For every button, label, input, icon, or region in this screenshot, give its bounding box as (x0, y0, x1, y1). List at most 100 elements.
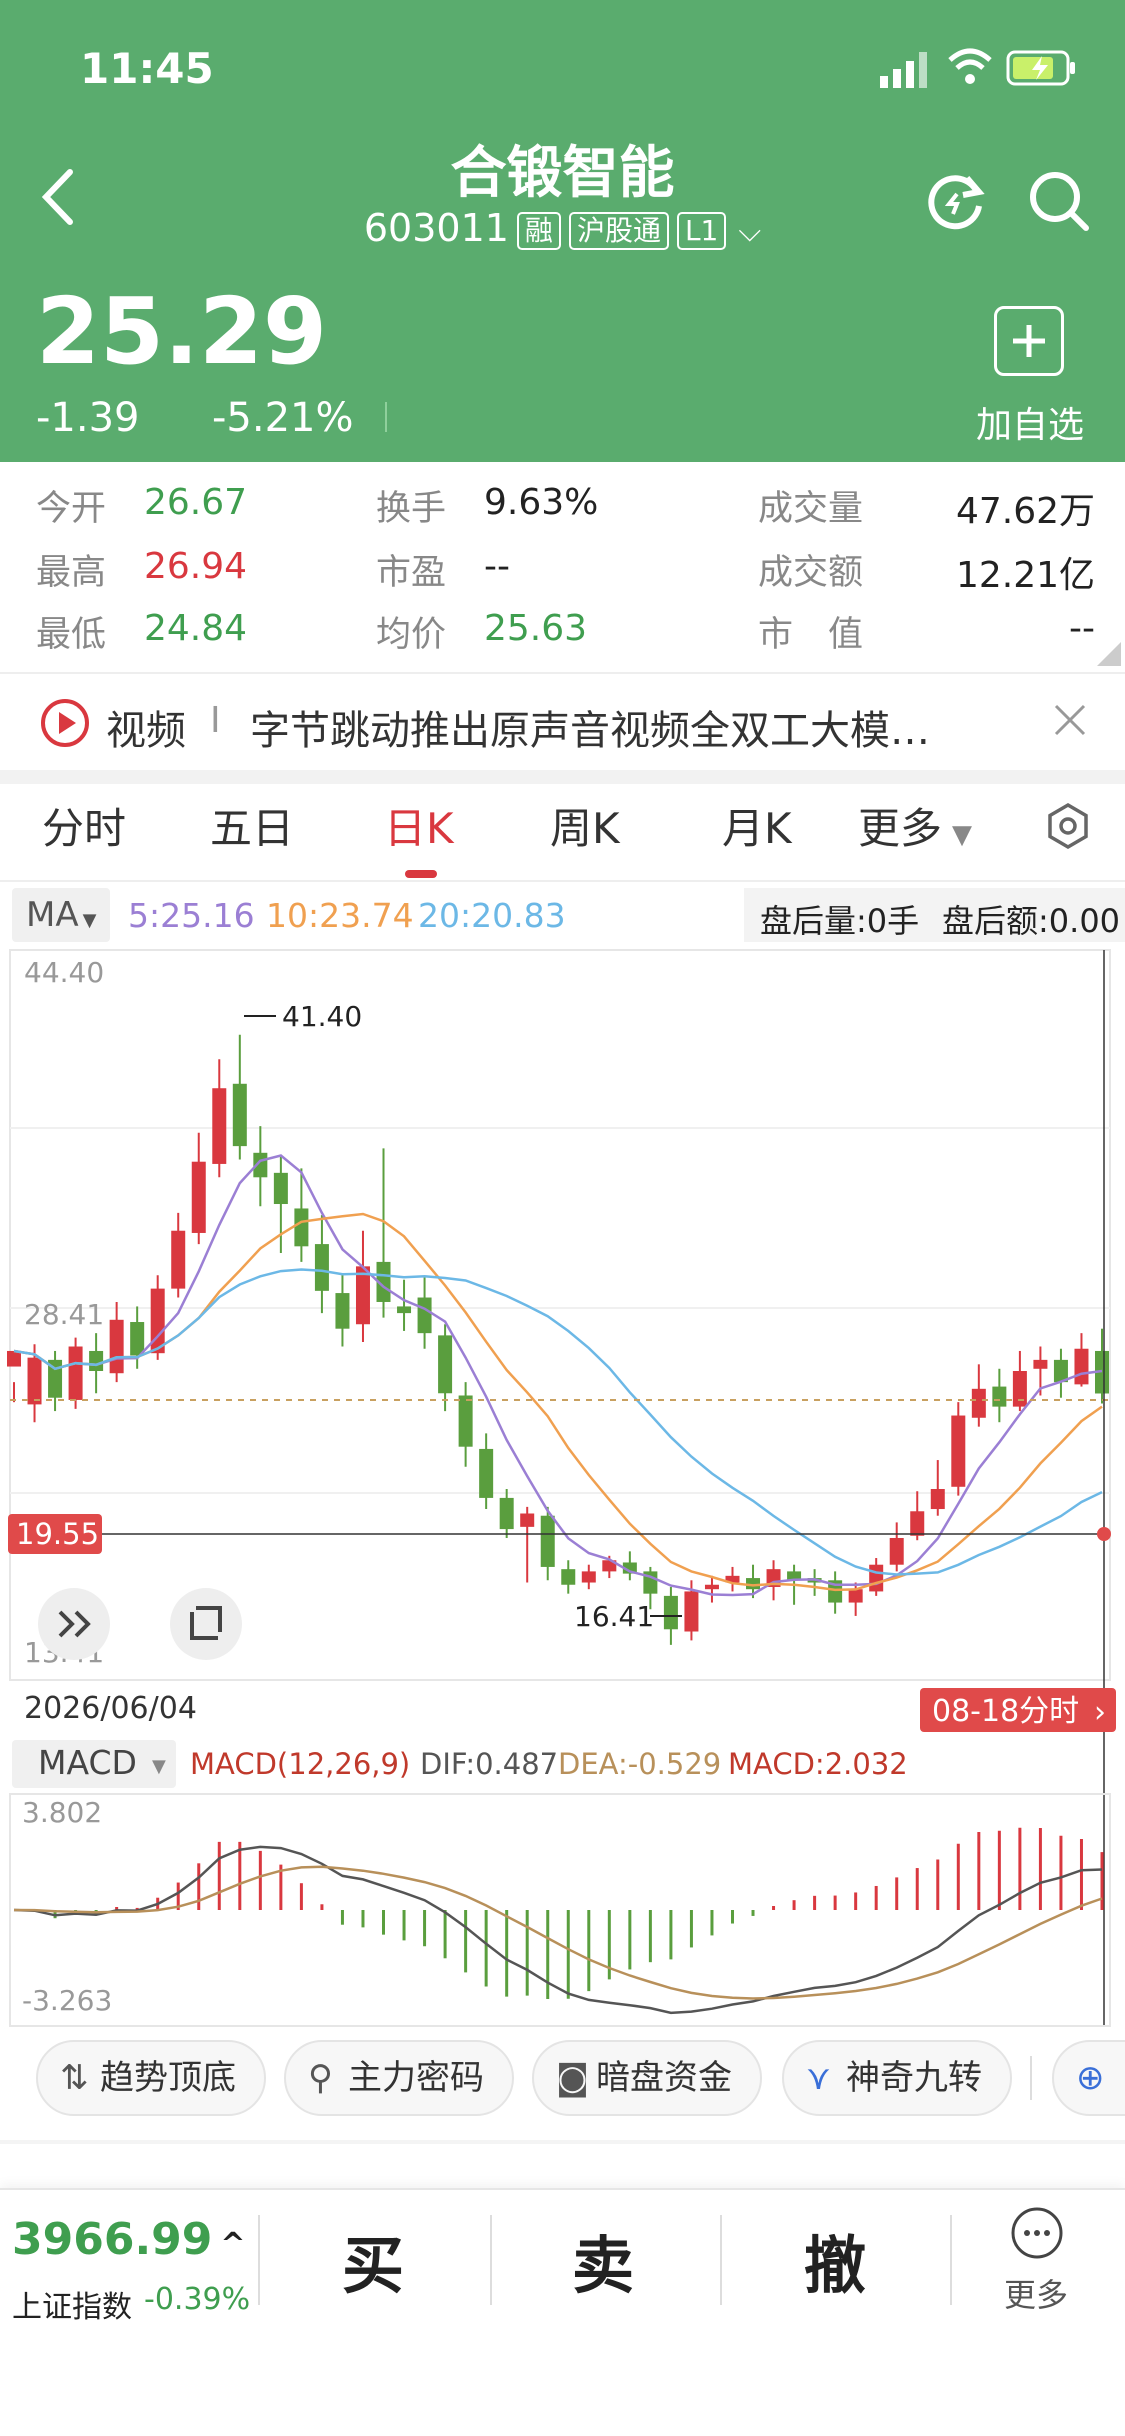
crosshair-dot (1097, 1527, 1111, 1541)
candle (889, 1537, 904, 1565)
stats-grid: 今开 26.67 换手 9.63% 成交量 47.62万 最高 26.94 市盈… (0, 462, 1125, 672)
candle (499, 1497, 514, 1530)
macd-value: MACD:2.032 (728, 1747, 908, 1781)
tool-label: 趋势顶底 (100, 2058, 236, 2098)
price-change: -1.39 (36, 395, 140, 441)
macd-selector-label: MACD (38, 1743, 137, 1782)
news-category: 视频 (106, 708, 186, 754)
expand-corner-icon[interactable] (1097, 642, 1121, 666)
add-watch-label[interactable]: 加自选 (976, 396, 1084, 448)
stat-label: 市盈 (376, 553, 447, 593)
ma-selector-label: MA (26, 895, 79, 935)
candles-group (7, 1034, 1109, 1645)
play-icon (40, 698, 90, 752)
macd-dif: DIF:0.487 (420, 1747, 558, 1781)
divider (720, 2215, 722, 2305)
tool-magic-nine[interactable]: ⋎ 神奇九转 (782, 2040, 1012, 2116)
chevron-right-icon: › (1094, 1695, 1106, 1730)
candle (581, 1571, 596, 1583)
news-bar[interactable]: 视频 I 字节跳动推出原声音视频全双工大模… (0, 674, 1125, 770)
low-label: 16.41 (574, 1600, 654, 1633)
stat-value: 24.84 (144, 608, 248, 649)
candle (1074, 1348, 1089, 1385)
news-divider: I (210, 700, 221, 741)
fullscreen-button[interactable] (170, 1588, 242, 1660)
stat-value: -- (1069, 608, 1095, 649)
wifi-icon (948, 48, 992, 90)
tool-dark-pool[interactable]: ◙ 暗盘资金 (532, 2040, 762, 2116)
ma10-value: 10:23.74 (266, 896, 414, 935)
macd-ymax: 3.802 (22, 1796, 102, 1829)
tool-more[interactable]: ⊕ (1052, 2040, 1125, 2116)
macd-frame (9, 1793, 1111, 2027)
refresh-icon[interactable] (925, 170, 987, 236)
stat-value: 26.67 (144, 482, 248, 523)
candle (971, 1388, 986, 1418)
tab-daily-k[interactable]: 日K (384, 795, 454, 856)
candle (684, 1591, 699, 1632)
candle (68, 1346, 83, 1400)
stat-value: 47.62万 (955, 491, 1095, 532)
candle (561, 1569, 576, 1585)
caret-down-icon: ▼ (152, 1756, 166, 1777)
trend-icon: ⇅ (60, 2058, 89, 2098)
sell-button[interactable]: 卖 (572, 2215, 634, 2305)
stat-label: 成交量 (758, 489, 864, 529)
expand-button[interactable] (38, 1588, 110, 1660)
candle (540, 1515, 555, 1567)
candle (417, 1297, 432, 1334)
add-watch-button[interactable] (994, 306, 1064, 376)
more-label[interactable]: 更多 (1004, 2270, 1068, 2316)
caret-up-icon: ^ (220, 2227, 246, 2262)
dark-icon: ◙ (556, 2058, 589, 2098)
candle (910, 1511, 925, 1536)
tag-level: L1 (676, 211, 727, 250)
crosshair-value: 19.55 (16, 1517, 99, 1551)
tool-main-force[interactable]: ⚲ 主力密码 (284, 2040, 514, 2116)
tab-more-label: 更多 (858, 804, 943, 853)
index-change: -0.39% (144, 2282, 251, 2317)
news-text[interactable]: 字节跳动推出原声音视频全双工大模… (250, 698, 930, 756)
tool-trend[interactable]: ⇅ 趋势顶底 (36, 2040, 266, 2116)
chevron-down-icon: ⌵ (738, 214, 762, 249)
candle (848, 1589, 863, 1603)
tool-label: 暗盘资金 (596, 2058, 732, 2098)
more-icon[interactable] (1010, 2206, 1064, 2264)
stat-value: 25.63 (484, 608, 588, 649)
macd-dea: DEA:-0.529 (558, 1747, 721, 1781)
candle (89, 1350, 104, 1372)
cancel-button[interactable]: 撤 (804, 2215, 866, 2305)
settings-icon[interactable] (1044, 802, 1092, 854)
index-value[interactable]: 3966.99 ^ (12, 2214, 246, 2265)
date-label: 2026/06/04 (24, 1691, 197, 1726)
tab-more[interactable]: 更多 ▼ (858, 795, 972, 856)
stat-label: 成交额 (758, 553, 864, 593)
ma-bar: MA ▼ 5:25.16 10:23.74 20:20.83 盘后量:0手 盘后额… (0, 882, 1125, 952)
macd-group (13, 1827, 1104, 2015)
tab-five-day[interactable]: 五日 (210, 795, 294, 856)
buy-button[interactable]: 买 (342, 2215, 404, 2305)
battery-icon (1006, 50, 1078, 90)
crosshair-icon: ⊕ (1076, 2058, 1105, 2098)
tab-weekly-k[interactable]: 周K (550, 795, 620, 856)
search-icon[interactable] (1028, 170, 1090, 236)
tag-stock-connect: 沪股通 (568, 211, 669, 250)
tab-monthly-k[interactable]: 月K (722, 795, 792, 856)
candle (930, 1489, 945, 1510)
tab-intraday[interactable]: 分时 (42, 795, 126, 856)
close-icon[interactable] (1052, 702, 1088, 742)
divider (490, 2215, 492, 2305)
stat-value: -- (484, 546, 510, 587)
divider (0, 770, 1125, 784)
candle (438, 1335, 453, 1394)
key-icon: ⚲ (308, 2058, 333, 2098)
stat-value: 26.94 (144, 546, 248, 587)
candle (273, 1172, 288, 1205)
kline-chart[interactable]: 44.40 28.41 13.41 41.40 16.41 19.55 2026… (0, 948, 1125, 2028)
candle (191, 1161, 206, 1233)
y-axis-label: 44.40 (24, 956, 104, 989)
stat-label: 最高 (36, 553, 107, 593)
tool-label: 主力密码 (348, 2058, 484, 2098)
ma-selector[interactable]: MA ▼ (12, 888, 110, 942)
caret-down-icon: ▼ (82, 910, 97, 931)
